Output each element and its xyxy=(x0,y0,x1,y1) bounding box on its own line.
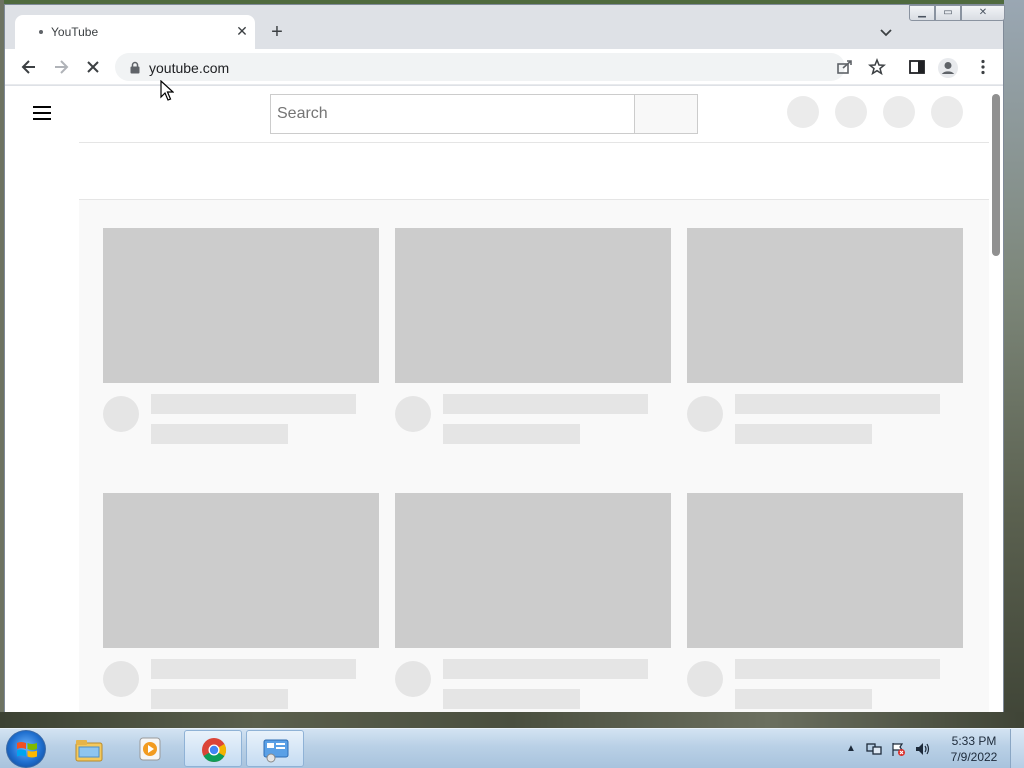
stop-loading-button[interactable] xyxy=(83,57,103,77)
youtube-page xyxy=(5,86,1003,712)
tab-search-chevron-icon[interactable] xyxy=(877,23,895,41)
channel-avatar-placeholder xyxy=(395,396,431,432)
action-center-flag-icon[interactable] xyxy=(890,741,906,757)
windows-taskbar: ▲ 5:33 PM 7/9/2022 xyxy=(0,728,1024,768)
tab-strip: YouTube ✕ + ▁ ▭ ✕ xyxy=(5,5,1005,49)
taskbar-media-player[interactable] xyxy=(122,730,180,767)
desktop-background-bottom xyxy=(0,712,1024,728)
forward-arrow-icon xyxy=(55,60,69,74)
lock-icon xyxy=(130,61,140,74)
meta-placeholder xyxy=(735,424,872,444)
profile-avatar-icon[interactable] xyxy=(937,57,958,78)
meta-placeholder xyxy=(443,424,580,444)
loading-favicon-icon xyxy=(39,30,43,34)
title-placeholder xyxy=(151,394,356,414)
new-tab-button[interactable]: + xyxy=(265,21,289,45)
channel-avatar-placeholder xyxy=(687,396,723,432)
thumbnail-placeholder xyxy=(103,493,379,648)
header-icon-placeholder-1[interactable] xyxy=(787,96,819,128)
start-button[interactable] xyxy=(6,730,46,768)
thumbnail-placeholder xyxy=(103,228,379,383)
hamburger-menu-icon[interactable] xyxy=(33,106,51,120)
clock-date: 7/9/2022 xyxy=(950,750,998,764)
browser-menu-icon[interactable] xyxy=(973,57,993,77)
meta-placeholder xyxy=(151,689,288,709)
windows-logo-icon xyxy=(17,742,37,758)
clock-time: 5:33 PM xyxy=(951,734,997,748)
taskbar-control-panel[interactable] xyxy=(246,730,304,767)
back-button[interactable] xyxy=(19,57,39,77)
header-icon-placeholder-2[interactable] xyxy=(835,96,867,128)
stop-x-icon xyxy=(87,61,99,73)
thumbnail-placeholder xyxy=(687,228,963,383)
browser-toolbar: youtube.com xyxy=(5,49,1003,85)
maximize-button[interactable]: ▭ xyxy=(935,5,961,21)
forward-button[interactable] xyxy=(51,57,71,77)
show-hidden-icons-button[interactable]: ▲ xyxy=(846,743,856,754)
tab-title: YouTube xyxy=(51,25,99,39)
chrome-icon xyxy=(202,738,227,763)
network-icon[interactable] xyxy=(866,741,882,757)
taskbar-chrome[interactable] xyxy=(184,730,242,767)
title-placeholder xyxy=(735,394,940,414)
thumbnail-placeholder xyxy=(395,228,671,383)
toolbar-divider xyxy=(5,84,1003,85)
channel-avatar-placeholder xyxy=(395,661,431,697)
system-clock[interactable]: 5:33 PM 7/9/2022 xyxy=(946,733,1002,765)
meta-placeholder xyxy=(151,424,288,444)
header-icon-placeholder-3[interactable] xyxy=(883,96,915,128)
tab-close-icon[interactable]: ✕ xyxy=(233,22,251,40)
search-input[interactable] xyxy=(270,94,634,134)
media-player-icon xyxy=(139,737,161,761)
scrollbar-thumb[interactable] xyxy=(992,94,1000,256)
meta-placeholder xyxy=(735,689,872,709)
share-icon[interactable] xyxy=(835,57,855,77)
search-button[interactable] xyxy=(634,94,698,134)
header-icon-placeholder-4[interactable] xyxy=(931,96,963,128)
browser-window: YouTube ✕ + ▁ ▭ ✕ youtube.com xyxy=(4,4,1005,712)
control-panel-icon xyxy=(263,739,289,763)
address-bar[interactable]: youtube.com xyxy=(115,53,845,81)
bookmark-star-icon[interactable] xyxy=(867,57,887,77)
chip-bar-placeholder xyxy=(79,142,989,200)
close-window-button[interactable]: ✕ xyxy=(961,5,1005,21)
channel-avatar-placeholder xyxy=(687,661,723,697)
title-placeholder xyxy=(443,659,648,679)
window-controls: ▁ ▭ ✕ xyxy=(909,5,1005,23)
meta-placeholder xyxy=(443,689,580,709)
channel-avatar-placeholder xyxy=(103,661,139,697)
volume-icon[interactable] xyxy=(914,741,932,757)
folder-icon xyxy=(75,740,103,762)
back-arrow-icon xyxy=(21,60,35,74)
url-text: youtube.com xyxy=(149,60,230,76)
thumbnail-placeholder xyxy=(687,493,963,648)
minimize-button[interactable]: ▁ xyxy=(909,5,935,21)
desktop-background-right xyxy=(1004,0,1024,728)
title-placeholder xyxy=(443,394,648,414)
tab-youtube[interactable]: YouTube ✕ xyxy=(15,15,255,49)
thumbnail-placeholder xyxy=(395,493,671,648)
video-feed xyxy=(79,200,989,712)
page-scrollbar[interactable] xyxy=(989,86,1003,712)
taskbar-file-explorer[interactable] xyxy=(60,730,118,767)
channel-avatar-placeholder xyxy=(103,396,139,432)
show-desktop-button[interactable] xyxy=(1010,729,1024,768)
title-placeholder xyxy=(735,659,940,679)
side-panel-icon[interactable] xyxy=(907,57,927,77)
title-placeholder xyxy=(151,659,356,679)
mouse-cursor-icon xyxy=(160,80,174,101)
